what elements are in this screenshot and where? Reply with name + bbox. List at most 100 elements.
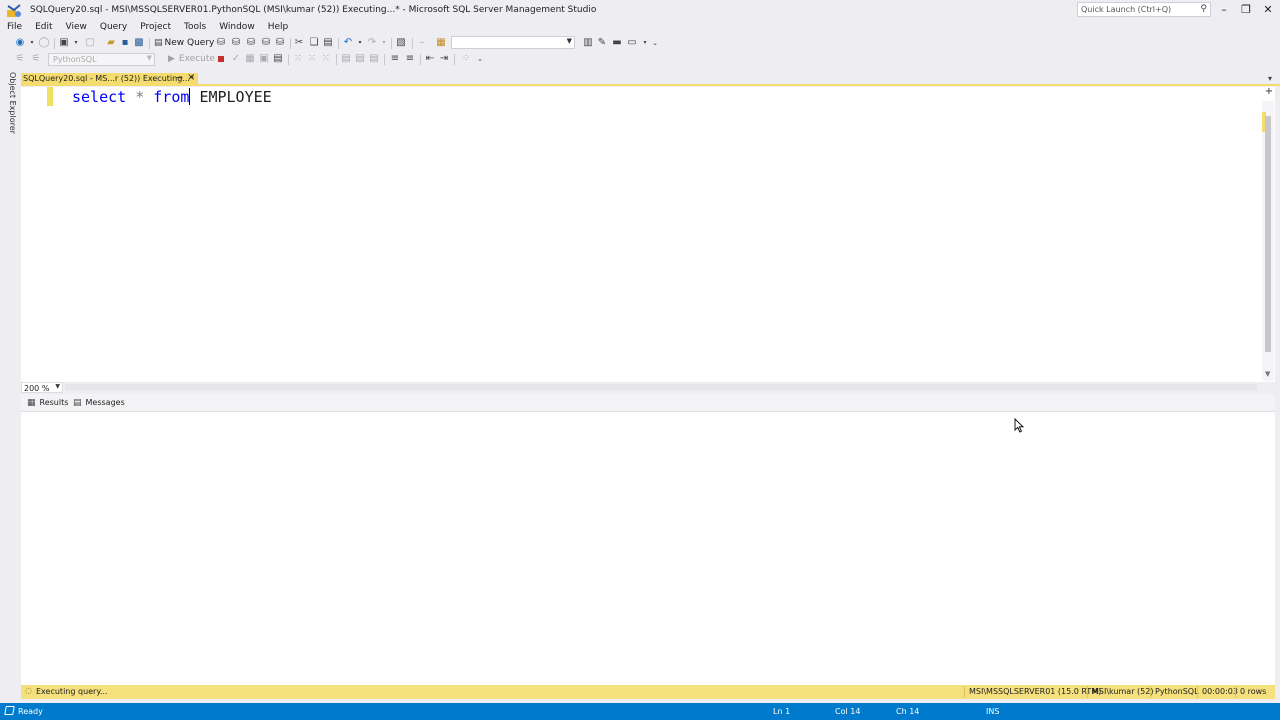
tab-results[interactable]: ▦ Results (27, 394, 68, 412)
close-icon[interactable]: ✕ (1258, 2, 1278, 18)
menu-tools[interactable]: Tools (177, 20, 212, 34)
database-status: PythonSQL (1155, 687, 1199, 696)
results-panel[interactable] (21, 411, 1275, 685)
standard-toolbar: ◉ ▾ ◯ ▣ ▾ ▢ ▰ ▪ ▩ ▤ New Query ⛁ ⛁ ⛁ ⛁ ⛁ ✂… (8, 36, 668, 52)
new-project-icon[interactable]: ▣ (58, 36, 70, 50)
increase-indent-icon[interactable]: ⇤ (424, 52, 436, 66)
undo-icon[interactable]: ↶ (342, 36, 354, 50)
save-all-icon[interactable]: ▩ (133, 36, 145, 50)
results-to-grid-icon[interactable]: ▤ (272, 52, 284, 66)
paste-icon[interactable]: ▤ (322, 36, 334, 50)
intellisense-icon[interactable]: ⁘ (460, 52, 472, 66)
back-icon[interactable]: ◉ (14, 36, 26, 50)
tab-messages[interactable]: ▤ Messages (73, 394, 125, 412)
horizontal-scrollbar[interactable] (65, 384, 1257, 390)
dropdown-icon[interactable]: ▾ (378, 36, 390, 50)
include-plan-icon[interactable]: ⁙ (292, 52, 304, 66)
xmla-query-icon[interactable]: ⛁ (274, 36, 286, 50)
new-query-button[interactable]: ▤ New Query (154, 36, 214, 50)
forward-icon[interactable]: ◯ (38, 36, 50, 50)
menu-file[interactable]: File (0, 20, 28, 34)
menu-edit[interactable]: Edit (28, 20, 58, 34)
menu-project[interactable]: Project (133, 20, 177, 34)
start-icon[interactable]: – (416, 36, 428, 50)
window-title: SQLQuery20.sql - MSI\MSSQLSERVER01.Pytho… (30, 5, 597, 15)
search-icon: ⚲ (1200, 4, 1207, 14)
display-estimated-plan-icon[interactable]: ▦ (244, 52, 256, 66)
live-stats-icon[interactable]: ⁙ (306, 52, 318, 66)
analysis-query-icon[interactable]: ⛁ (230, 36, 242, 50)
close-icon[interactable]: × (187, 72, 195, 83)
template-explorer-icon[interactable]: ▭ (626, 36, 638, 50)
connect-icon[interactable]: ⚟ (14, 52, 26, 66)
object-explorer-tab[interactable]: Object Explorer (4, 72, 17, 134)
uncomment-icon[interactable]: ≡ (389, 52, 401, 66)
properties-icon[interactable]: ✎ (596, 36, 608, 50)
menu-view[interactable]: View (59, 20, 93, 34)
dropdown-icon[interactable]: ▾ (26, 36, 38, 50)
add-item-icon[interactable]: ▢ (84, 36, 96, 50)
code-line[interactable]: select * from EMPLOYEE (72, 88, 272, 106)
redo-icon[interactable]: ↷ (366, 36, 378, 50)
status-state: Ready (18, 707, 43, 716)
elapsed-time-status: 00:00:03 (1202, 687, 1238, 696)
menu-help[interactable]: Help (261, 20, 295, 34)
results-tab-bar: ▦ Results ▤ Messages (21, 394, 1275, 412)
status-bar: Ready Ln 1 Col 14 Ch 14 INS (0, 703, 1280, 720)
server-status: MSI\MSSQLSERVER01 (15.0 RTM) (969, 687, 1102, 696)
comment-icon[interactable]: ▤ (368, 52, 380, 66)
open-folder-icon[interactable]: ▰ (105, 36, 117, 50)
document-tab-label: SQLQuery20.sql - MS...r (52)) Executing.… (23, 74, 194, 83)
execute-button[interactable]: ▶ Execute (168, 52, 215, 66)
cut-icon[interactable]: ✂ (293, 36, 305, 50)
menu-window[interactable]: Window (212, 20, 261, 34)
available-databases-select[interactable]: PythonSQL ▼ (48, 53, 155, 66)
executing-icon: ◌ (25, 686, 32, 695)
parse-icon[interactable]: ✓ (230, 52, 242, 66)
copy-icon[interactable]: ❏ (308, 36, 320, 50)
save-icon[interactable]: ▪ (119, 36, 131, 50)
dmx-query-icon[interactable]: ⛁ (260, 36, 272, 50)
chevron-down-icon: ▼ (566, 37, 572, 45)
toolbar-options-icon[interactable]: ⌄ (649, 36, 661, 50)
dropdown-icon[interactable]: ▾ (354, 36, 366, 50)
restore-icon[interactable]: ❐ (1236, 2, 1256, 18)
status-column: Col 14 (835, 707, 861, 716)
quick-launch-placeholder: Quick Launch (Ctrl+Q) (1081, 5, 1172, 14)
query-designer-icon[interactable]: ▣ (258, 52, 270, 66)
pin-icon[interactable]: ⊸ (176, 73, 183, 82)
messages-icon: ▤ (73, 398, 82, 408)
decrease-indent-icon[interactable]: ≡ (404, 52, 416, 66)
dropdown-icon[interactable]: ▾ (70, 36, 82, 50)
document-tab-sqlquery20[interactable]: SQLQuery20.sql - MS...r (52)) Executing.… (21, 72, 198, 86)
registered-servers-icon[interactable]: ▥ (582, 36, 594, 50)
results-to-file-icon[interactable]: ▤ (354, 52, 366, 66)
menu-query[interactable]: Query (93, 20, 133, 34)
split-editor-icon[interactable]: + (1263, 87, 1275, 99)
find-icon[interactable]: ▦ (435, 36, 447, 50)
scrollbar-thumb[interactable] (1265, 116, 1271, 352)
mdx-query-icon[interactable]: ⛁ (245, 36, 257, 50)
grid-icon: ▦ (27, 398, 36, 408)
tab-overflow-icon[interactable]: ▾ (1268, 74, 1272, 83)
quick-launch-input[interactable]: Quick Launch (Ctrl+Q) ⚲ (1077, 2, 1211, 17)
disconnect-icon[interactable]: ⚟ (30, 52, 42, 66)
status-line: Ln 1 (773, 707, 791, 716)
execute-label: Execute (178, 54, 215, 64)
toolbar-options-icon[interactable]: ⌄ (474, 52, 486, 66)
cancel-query-icon[interactable] (218, 56, 224, 62)
database-engine-query-icon[interactable]: ⛁ (215, 36, 227, 50)
zoom-select[interactable]: 200 % ▼ (21, 382, 63, 393)
scroll-down-icon[interactable]: ▼ (1265, 370, 1270, 378)
minimize-icon[interactable]: – (1214, 2, 1234, 18)
toolbox-icon[interactable]: ▬ (611, 36, 623, 50)
client-stats-icon[interactable]: ⁙ (320, 52, 332, 66)
keyword-select: select (72, 88, 127, 106)
user-status: MSI\kumar (52) (1092, 687, 1154, 696)
solution-configuration-select[interactable]: ▼ (451, 36, 575, 49)
specify-values-icon[interactable]: ⇥ (438, 52, 450, 66)
keyword-from: from (153, 88, 190, 106)
debug-icon[interactable]: ▧ (395, 36, 407, 50)
query-editor[interactable] (21, 87, 1275, 382)
results-to-text-icon[interactable]: ▤ (340, 52, 352, 66)
